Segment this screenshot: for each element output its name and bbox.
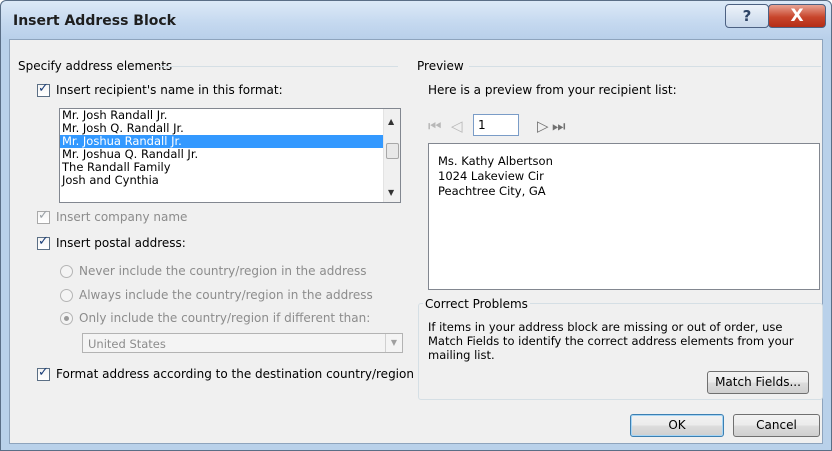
country-region-value: United States: [88, 337, 166, 351]
preview-line: Peachtree City, GA: [438, 184, 546, 198]
scroll-down-icon[interactable]: ▼: [388, 188, 394, 197]
group-divider: [158, 66, 398, 67]
insert-name-checkbox[interactable]: ✓: [37, 81, 50, 97]
close-icon: X: [790, 6, 804, 26]
scroll-thumb[interactable]: [386, 143, 399, 159]
first-record-icon[interactable]: ⏮: [428, 117, 442, 135]
group-divider: [469, 66, 821, 67]
chevron-down-icon[interactable]: ▼: [385, 334, 402, 352]
always-include-country-radio[interactable]: [60, 289, 73, 302]
cancel-button[interactable]: Cancel: [733, 414, 820, 437]
preview-line: Ms. Kathy Albertson: [438, 154, 553, 168]
insert-company-label: Insert company name: [56, 210, 188, 224]
format-by-destination-checkbox[interactable]: ✓: [37, 365, 50, 381]
address-preview-box: Ms. Kathy Albertson 1024 Lakeview Cir Pe…: [428, 143, 820, 290]
record-number-input[interactable]: 1: [473, 114, 519, 136]
next-record-icon[interactable]: ▷: [537, 117, 549, 135]
only-include-different-label: Only include the country/region if diffe…: [79, 311, 371, 325]
preview-caption: Here is a preview from your recipient li…: [428, 83, 677, 97]
insert-postal-label: Insert postal address:: [56, 236, 186, 250]
insert-company-checkbox[interactable]: ✓: [37, 208, 50, 224]
name-format-item[interactable]: Josh and Cynthia: [60, 174, 400, 187]
dialog-title: Insert Address Block: [13, 13, 176, 29]
only-include-different-radio[interactable]: [60, 312, 73, 325]
never-include-country-radio[interactable]: [60, 265, 73, 278]
insert-address-block-dialog: Insert Address Block ? X Specify address…: [0, 0, 832, 451]
match-fields-button[interactable]: Match Fields...: [707, 371, 809, 394]
help-button[interactable]: ?: [725, 4, 769, 28]
specify-elements-group-label: Specify address elements: [18, 59, 173, 73]
never-include-country-label: Never include the country/region in the …: [79, 264, 367, 278]
title-bar[interactable]: Insert Address Block ? X: [1, 1, 831, 39]
scroll-up-icon[interactable]: ▲: [388, 117, 394, 126]
insert-postal-checkbox[interactable]: ✓: [37, 234, 50, 250]
correct-problems-group-label: Correct Problems: [423, 297, 530, 311]
format-by-destination-label: Format address according to the destinat…: [56, 367, 414, 381]
ok-button[interactable]: OK: [630, 414, 724, 437]
preview-line: 1024 Lakeview Cir: [438, 169, 544, 183]
correct-problems-text: If items in your address block are missi…: [428, 320, 794, 362]
close-button[interactable]: X: [768, 4, 826, 28]
help-icon: ?: [742, 7, 752, 25]
country-region-select[interactable]: United States ▼: [82, 333, 403, 353]
name-format-scrollbar[interactable]: ▲ ▼: [383, 109, 400, 202]
insert-name-label: Insert recipient's name in this format:: [56, 83, 283, 97]
always-include-country-label: Always include the country/region in the…: [79, 288, 373, 302]
name-format-list[interactable]: Mr. Josh Randall Jr. Mr. Josh Q. Randall …: [59, 108, 401, 203]
dialog-body: Specify address elements ✓ Insert recipi…: [9, 39, 823, 444]
last-record-icon[interactable]: ⏭: [552, 117, 566, 135]
preview-group-label: Preview: [417, 59, 464, 73]
previous-record-icon[interactable]: ◁: [451, 117, 463, 135]
